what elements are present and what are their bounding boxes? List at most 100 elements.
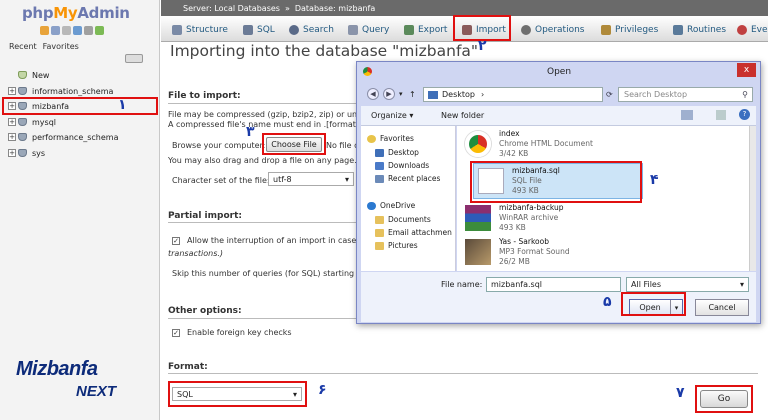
brand-logo-next: NEXT xyxy=(76,383,117,400)
tab-operations[interactable]: Operations xyxy=(518,19,587,41)
tab-label: Operations xyxy=(535,25,585,35)
logo-my-text: My xyxy=(53,4,78,22)
no-file-chosen-text: No file c xyxy=(326,141,359,150)
tree-item-sys[interactable]: + sys xyxy=(8,147,45,159)
tab-sql[interactable]: SQL xyxy=(240,19,278,41)
recent-locations-icon[interactable]: ▾ xyxy=(399,90,403,98)
annotation-number-7: ۷ xyxy=(676,385,685,401)
tab-privileges[interactable]: Privileges xyxy=(598,19,661,41)
operations-icon xyxy=(521,25,531,35)
desktop-icon xyxy=(428,90,438,99)
file-item-index[interactable]: index Chrome HTML Document 3/42 KB xyxy=(465,126,593,162)
allow-interruption-checkbox[interactable]: ✓ xyxy=(172,236,180,245)
search-desktop-input[interactable]: Search Desktop ⚲ xyxy=(618,87,753,102)
tree-item-mysql[interactable]: + mysql xyxy=(8,116,56,128)
file-item-yas-sarkoob[interactable]: Yas - Sarkoob MP3 Format Sound 26/2 MB xyxy=(465,234,570,270)
tab-search[interactable]: Search xyxy=(286,19,337,41)
file-size: 493 KB xyxy=(499,223,526,232)
annotation-box-4 xyxy=(470,161,642,203)
help-icon[interactable]: ? xyxy=(739,109,750,120)
section-divider xyxy=(168,373,758,374)
chevron-right-icon: › xyxy=(481,90,485,99)
annotation-box-1 xyxy=(2,97,158,115)
file-name-input[interactable]: mizbanfa.sql xyxy=(486,277,621,292)
nav-label: Recent places xyxy=(388,174,441,183)
tab-routines[interactable]: Routines xyxy=(670,19,729,41)
breadcrumb-database[interactable]: Database: mizbanfa xyxy=(295,4,375,13)
query-window-icon[interactable] xyxy=(62,26,71,35)
tree-item-information-schema[interactable]: + information_schema xyxy=(8,85,113,97)
expand-icon[interactable]: + xyxy=(8,118,16,126)
new-folder-button[interactable]: New folder xyxy=(441,111,484,120)
tree-item-label: performance_schema xyxy=(32,132,119,142)
file-name: Yas - Sarkoob xyxy=(499,237,549,246)
allow-interruption-option[interactable]: ✓ Allow the interruption of an import in … xyxy=(172,236,367,245)
expand-icon[interactable]: + xyxy=(8,149,16,157)
nav-downloads[interactable]: Downloads xyxy=(375,161,429,170)
back-icon[interactable]: ◀ xyxy=(367,88,379,100)
organize-button[interactable]: Organize ▾ xyxy=(371,111,413,120)
home-icon[interactable] xyxy=(40,26,49,35)
tab-label: Export xyxy=(418,25,448,35)
section-divider xyxy=(168,103,363,104)
foreign-key-checkbox[interactable]: ✓ xyxy=(172,328,180,337)
tab-label: SQL xyxy=(257,25,275,35)
tab-structure[interactable]: Structure xyxy=(169,19,231,41)
tab-events[interactable]: Eve xyxy=(734,19,768,41)
favorites-tab[interactable]: Favorites xyxy=(43,42,79,51)
file-list-scrollbar[interactable] xyxy=(749,126,756,271)
path-breadcrumb[interactable]: Desktop › xyxy=(423,87,603,102)
tree-item-new[interactable]: New xyxy=(8,69,49,81)
file-type-select[interactable]: All Files ▾ xyxy=(626,277,749,292)
forward-icon[interactable]: ▶ xyxy=(383,88,395,100)
settings-icon[interactable] xyxy=(84,26,93,35)
nav-label: Pictures xyxy=(388,241,418,250)
logout-icon[interactable] xyxy=(51,26,60,35)
tab-export[interactable]: Export xyxy=(401,19,450,41)
nav-email-attachments[interactable]: Email attachmen xyxy=(375,228,452,237)
nav-documents[interactable]: Documents xyxy=(375,215,431,224)
nav-desktop[interactable]: Desktop xyxy=(375,148,419,157)
preview-pane-icon[interactable] xyxy=(716,110,726,120)
annotation-box-6 xyxy=(168,381,307,407)
path-label: Desktop xyxy=(442,90,475,99)
up-folder-icon[interactable]: ↑ xyxy=(409,90,416,99)
search-icon: ⚲ xyxy=(742,90,748,99)
nav-onedrive[interactable]: OneDrive xyxy=(367,201,415,210)
events-icon xyxy=(737,25,747,35)
expand-icon[interactable]: + xyxy=(8,87,16,95)
close-icon[interactable]: x xyxy=(737,63,756,77)
compression-note: File may be compressed (gzip, bzip2, zip… xyxy=(168,110,367,119)
chevron-down-icon: ▾ xyxy=(344,174,349,184)
reload-icon[interactable] xyxy=(95,26,104,35)
nav-recent-places[interactable]: Recent places xyxy=(375,174,440,183)
breadcrumb-server[interactable]: Server: Local Databases xyxy=(183,4,280,13)
page-title: Importing into the database "mizbanfa" xyxy=(170,42,479,60)
recent-tab[interactable]: Recent xyxy=(9,42,37,51)
collapse-all-icon[interactable] xyxy=(125,54,143,63)
nav-favorites[interactable]: Favorites xyxy=(367,134,414,143)
charset-select[interactable]: utf-8 ▾ xyxy=(268,172,354,186)
winrar-icon xyxy=(465,205,491,231)
routines-icon xyxy=(673,25,683,35)
phpmyadmin-logo[interactable]: phpMyAdmin xyxy=(22,4,130,22)
tab-label: Structure xyxy=(186,25,228,35)
foreign-key-option[interactable]: ✓ Enable foreign key checks xyxy=(172,328,292,337)
refresh-icon[interactable]: ⟳ xyxy=(606,90,613,99)
docs-icon[interactable] xyxy=(73,26,82,35)
annotation-box-5 xyxy=(621,292,686,316)
recent-places-icon xyxy=(375,174,384,183)
file-item-mizbanfa-backup[interactable]: mizbanfa-backup WinRAR archive 493 KB xyxy=(465,200,564,236)
view-options-icon[interactable] xyxy=(681,110,693,120)
tree-item-performance-schema[interactable]: + performance_schema xyxy=(8,131,119,143)
cancel-button[interactable]: Cancel xyxy=(695,299,749,316)
nav-label: Email attachmen xyxy=(388,228,452,237)
tab-query[interactable]: Query xyxy=(345,19,392,41)
nav-pictures[interactable]: Pictures xyxy=(375,241,418,250)
annotation-number-3: ۳ xyxy=(246,124,255,140)
chrome-icon xyxy=(465,131,491,157)
dialog-titlebar[interactable]: Open x xyxy=(357,62,760,82)
file-type: MP3 Format Sound xyxy=(499,247,570,256)
expand-icon[interactable]: + xyxy=(8,133,16,141)
file-name-label: File name: xyxy=(441,280,483,289)
